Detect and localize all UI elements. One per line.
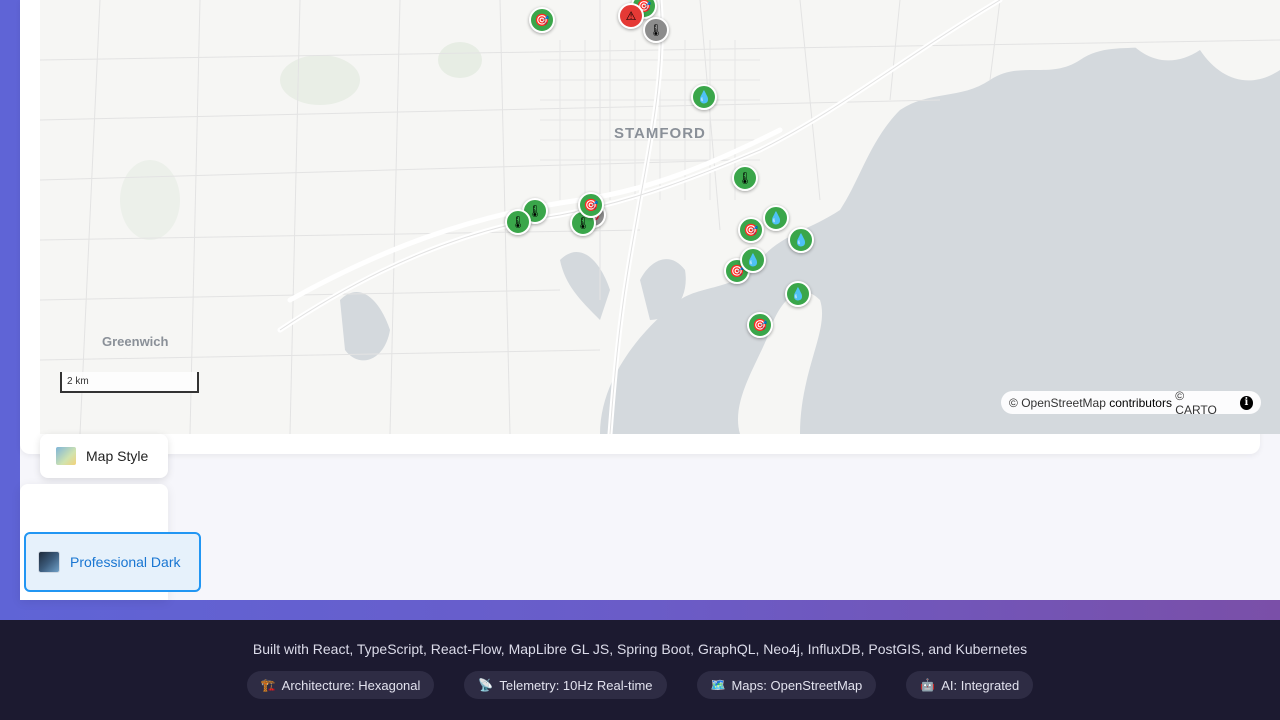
city-label: STAMFORD	[614, 125, 706, 142]
badge-label: AI: Integrated	[941, 677, 1020, 693]
target-icon[interactable]: 🎯	[578, 192, 604, 218]
thermometer-icon[interactable]: 🌡	[505, 209, 531, 235]
footer-built-with: Built with React, TypeScript, React-Flow…	[252, 641, 1028, 657]
badge-label: Maps: OpenStreetMap	[731, 677, 863, 693]
water-drop-icon[interactable]: 💧	[740, 247, 766, 273]
badge-label: Telemetry: 10Hz Real-time	[499, 677, 653, 693]
robot-icon: 🤖	[920, 678, 936, 692]
water-drop-icon[interactable]: 💧	[788, 227, 814, 253]
crane-icon: 🏗️	[260, 678, 276, 692]
target-icon[interactable]: 🎯	[529, 7, 555, 33]
osm-link[interactable]: OpenStreetMap	[1021, 396, 1106, 410]
style-option-label: Professional Dark	[70, 554, 181, 570]
map-attribution: © OpenStreetMap contributors © CARTO i	[1001, 388, 1261, 417]
attribution-prefix: ©	[1009, 395, 1018, 410]
footer: Built with React, TypeScript, React-Flow…	[0, 620, 1280, 720]
water-drop-icon[interactable]: 💧	[785, 281, 811, 307]
scale-bar: 2 km	[60, 372, 199, 393]
target-icon[interactable]: 🎯	[738, 217, 764, 243]
carto-credit: © CARTO	[1175, 388, 1217, 417]
badge-architecture: 🏗️ Architecture: Hexagonal	[246, 671, 435, 699]
map-style-button[interactable]: Map Style	[40, 434, 168, 478]
thermometer-icon[interactable]: 🌡	[643, 17, 669, 43]
satellite-icon: 📡	[478, 678, 494, 692]
style-option-professional-dark[interactable]: Professional Dark	[24, 532, 201, 592]
town-label: Greenwich	[102, 334, 169, 349]
badge-ai: 🤖 AI: Integrated	[906, 671, 1034, 699]
map-canvas[interactable]: STAMFORD Greenwich 🎯 🎯 ⚠ 🌡 💧 🌡 🌡 🌡 🎯 🌡 🎯…	[40, 0, 1280, 434]
warning-icon[interactable]: ⚠	[618, 3, 644, 29]
water-drop-icon[interactable]: 💧	[691, 84, 717, 110]
badge-label: Architecture: Hexagonal	[281, 677, 421, 693]
badge-telemetry: 📡 Telemetry: 10Hz Real-time	[464, 671, 667, 699]
badge-maps: 🗺️ Maps: OpenStreetMap	[696, 671, 877, 699]
contributors-link[interactable]: contributors	[1109, 396, 1172, 410]
scale-label: 2 km	[67, 376, 89, 387]
footer-badges: 🏗️ Architecture: Hexagonal 📡 Telemetry: …	[0, 671, 1280, 699]
info-icon[interactable]: i	[1239, 395, 1253, 410]
water-drop-icon[interactable]: 💧	[763, 205, 789, 231]
target-icon[interactable]: 🎯	[747, 312, 773, 338]
map-style-label: Map Style	[86, 448, 149, 464]
style-thumbnail-icon	[38, 551, 60, 573]
map-icon	[56, 447, 76, 465]
thermometer-icon[interactable]: 🌡	[732, 165, 758, 191]
map-icon: 🗺️	[710, 678, 726, 692]
basemap	[40, 0, 1280, 434]
